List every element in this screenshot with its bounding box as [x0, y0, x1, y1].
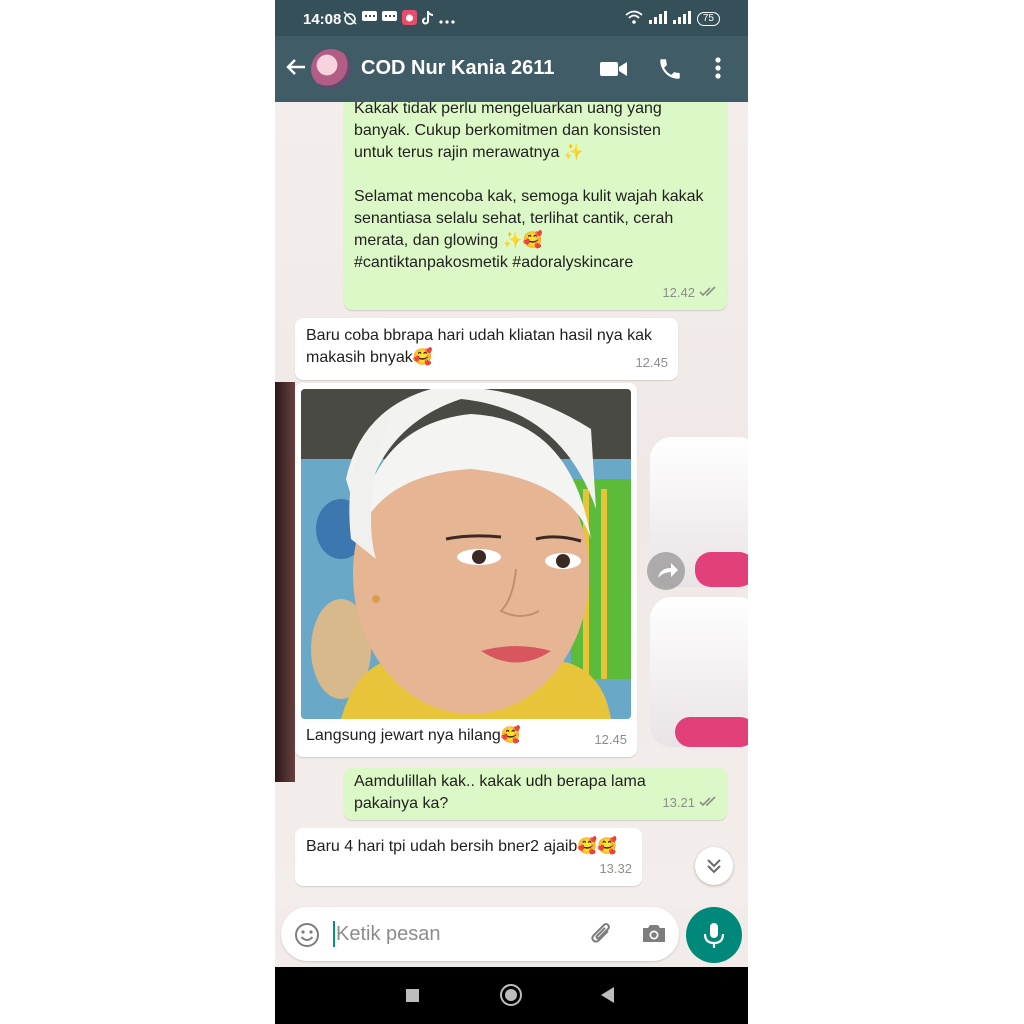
message-incoming[interactable]: Baru 4 hari tpi udah bersih bner2 ajaib🥰… — [295, 828, 642, 886]
app-notification-icon — [402, 10, 417, 28]
status-time: 14:08 — [303, 11, 342, 28]
message-meta: 12.45 — [594, 729, 627, 751]
alarm-off-icon — [343, 10, 357, 28]
signal-icon — [648, 10, 667, 27]
avatar[interactable] — [311, 49, 351, 89]
more-notifications-icon — [439, 12, 455, 27]
message-time: 12.42 — [662, 285, 695, 300]
more-vert-icon[interactable] — [715, 56, 721, 85]
message-spacer — [354, 164, 719, 186]
message-input[interactable] — [336, 920, 566, 948]
selfie-photo — [301, 389, 631, 719]
message-time: 13.32 — [599, 861, 632, 876]
message-icon — [382, 11, 397, 27]
battery-indicator: 75 — [696, 11, 720, 26]
signal-icon — [672, 10, 691, 27]
camera-icon[interactable] — [641, 921, 667, 950]
status-bar: 14:08 75 — [275, 0, 748, 36]
image-caption: Langsung jewart nya hilang🥰 — [306, 725, 521, 747]
wifi-icon — [625, 10, 643, 27]
message-text: Baru coba bbrapa hari udah kliatan hasil… — [306, 325, 671, 369]
wallpaper-decoration — [675, 717, 748, 747]
notification-icons — [343, 10, 455, 28]
message-meta: 13.21 — [662, 792, 717, 814]
chat-area[interactable]: Kakak tidak perlu mengeluarkan uang yang… — [275, 102, 748, 906]
message-composer — [281, 907, 679, 961]
message-line: pakainya ka? — [354, 795, 449, 812]
recent-apps-icon[interactable] — [406, 989, 419, 1002]
message-incoming[interactable]: Baru coba bbrapa hari udah kliatan hasil… — [295, 318, 678, 380]
message-line: senantiasa selalu sehat, terlihat cantik… — [354, 210, 674, 227]
wallpaper-decoration — [695, 552, 748, 587]
home-icon[interactable] — [500, 984, 522, 1006]
wallpaper-decoration — [275, 382, 295, 782]
tiktok-icon — [422, 10, 434, 28]
message-time: 12.45 — [635, 355, 668, 370]
paperclip-icon[interactable] — [589, 921, 615, 952]
message-line: banyak. Cukup berkomitmen dan konsisten — [354, 122, 661, 139]
mic-icon[interactable] — [686, 907, 742, 963]
read-ticks-icon — [699, 282, 717, 304]
message-outgoing[interactable]: Kakak tidak perlu mengeluarkan uang yang… — [344, 102, 727, 310]
message-text: Kakak tidak perlu mengeluarkan uang yang… — [354, 102, 719, 274]
message-line: merata, dan glowing ✨🥰 — [354, 232, 543, 249]
system-nav-bar — [275, 967, 748, 1024]
message-line: Aamdulillah kak.. kakak udh berapa lama — [354, 773, 646, 790]
message-line: Baru 4 hari tpi udah bersih bner2 ajaib🥰… — [306, 838, 618, 855]
read-ticks-icon — [699, 792, 717, 814]
text-cursor — [333, 921, 335, 947]
phone-screen: 14:08 75 COD Nur Kania 2611 Kakak tidak … — [275, 0, 748, 1024]
video-call-icon[interactable] — [600, 59, 628, 84]
message-text: Aamdulillah kak.. kakak udh berapa lama … — [354, 771, 654, 815]
message-meta: 12.45 — [635, 352, 668, 374]
contact-name[interactable]: COD Nur Kania 2611 — [361, 57, 554, 80]
message-line: makasih bnyak🥰 — [306, 349, 433, 366]
message-text: Baru 4 hari tpi udah bersih bner2 ajaib🥰… — [306, 836, 636, 858]
message-line: untuk terus rajin merawatnya ✨ — [354, 144, 584, 161]
system-icons: 75 — [625, 10, 720, 27]
message-meta: 13.32 — [599, 858, 632, 880]
message-outgoing[interactable]: Aamdulillah kak.. kakak udh berapa lama … — [344, 768, 727, 820]
arrow-left-icon[interactable] — [285, 56, 307, 83]
phone-icon[interactable] — [657, 56, 683, 87]
message-line: #cantiktanpakosmetik #adoralyskincare — [354, 254, 634, 271]
message-line: Selamat mencoba kak, semoga kulit wajah … — [354, 188, 704, 205]
caption-text: Langsung jewart nya hilang🥰 — [306, 727, 521, 744]
message-meta: 12.42 — [662, 282, 717, 304]
message-line: Kakak tidak perlu mengeluarkan uang yang — [354, 102, 662, 117]
chat-header: COD Nur Kania 2611 — [275, 36, 748, 102]
double-chevron-down-icon[interactable] — [695, 847, 733, 885]
photo-attachment[interactable] — [301, 389, 631, 719]
message-icon — [362, 11, 377, 27]
message-time: 13.21 — [662, 795, 695, 810]
message-time: 12.45 — [594, 732, 627, 747]
forward-icon[interactable] — [647, 552, 685, 590]
back-triangle-icon[interactable] — [601, 987, 614, 1003]
emoji-icon[interactable] — [294, 922, 320, 953]
message-incoming-image[interactable]: Langsung jewart nya hilang🥰 12.45 — [295, 383, 637, 757]
message-line: Baru coba bbrapa hari udah kliatan hasil… — [306, 327, 652, 344]
